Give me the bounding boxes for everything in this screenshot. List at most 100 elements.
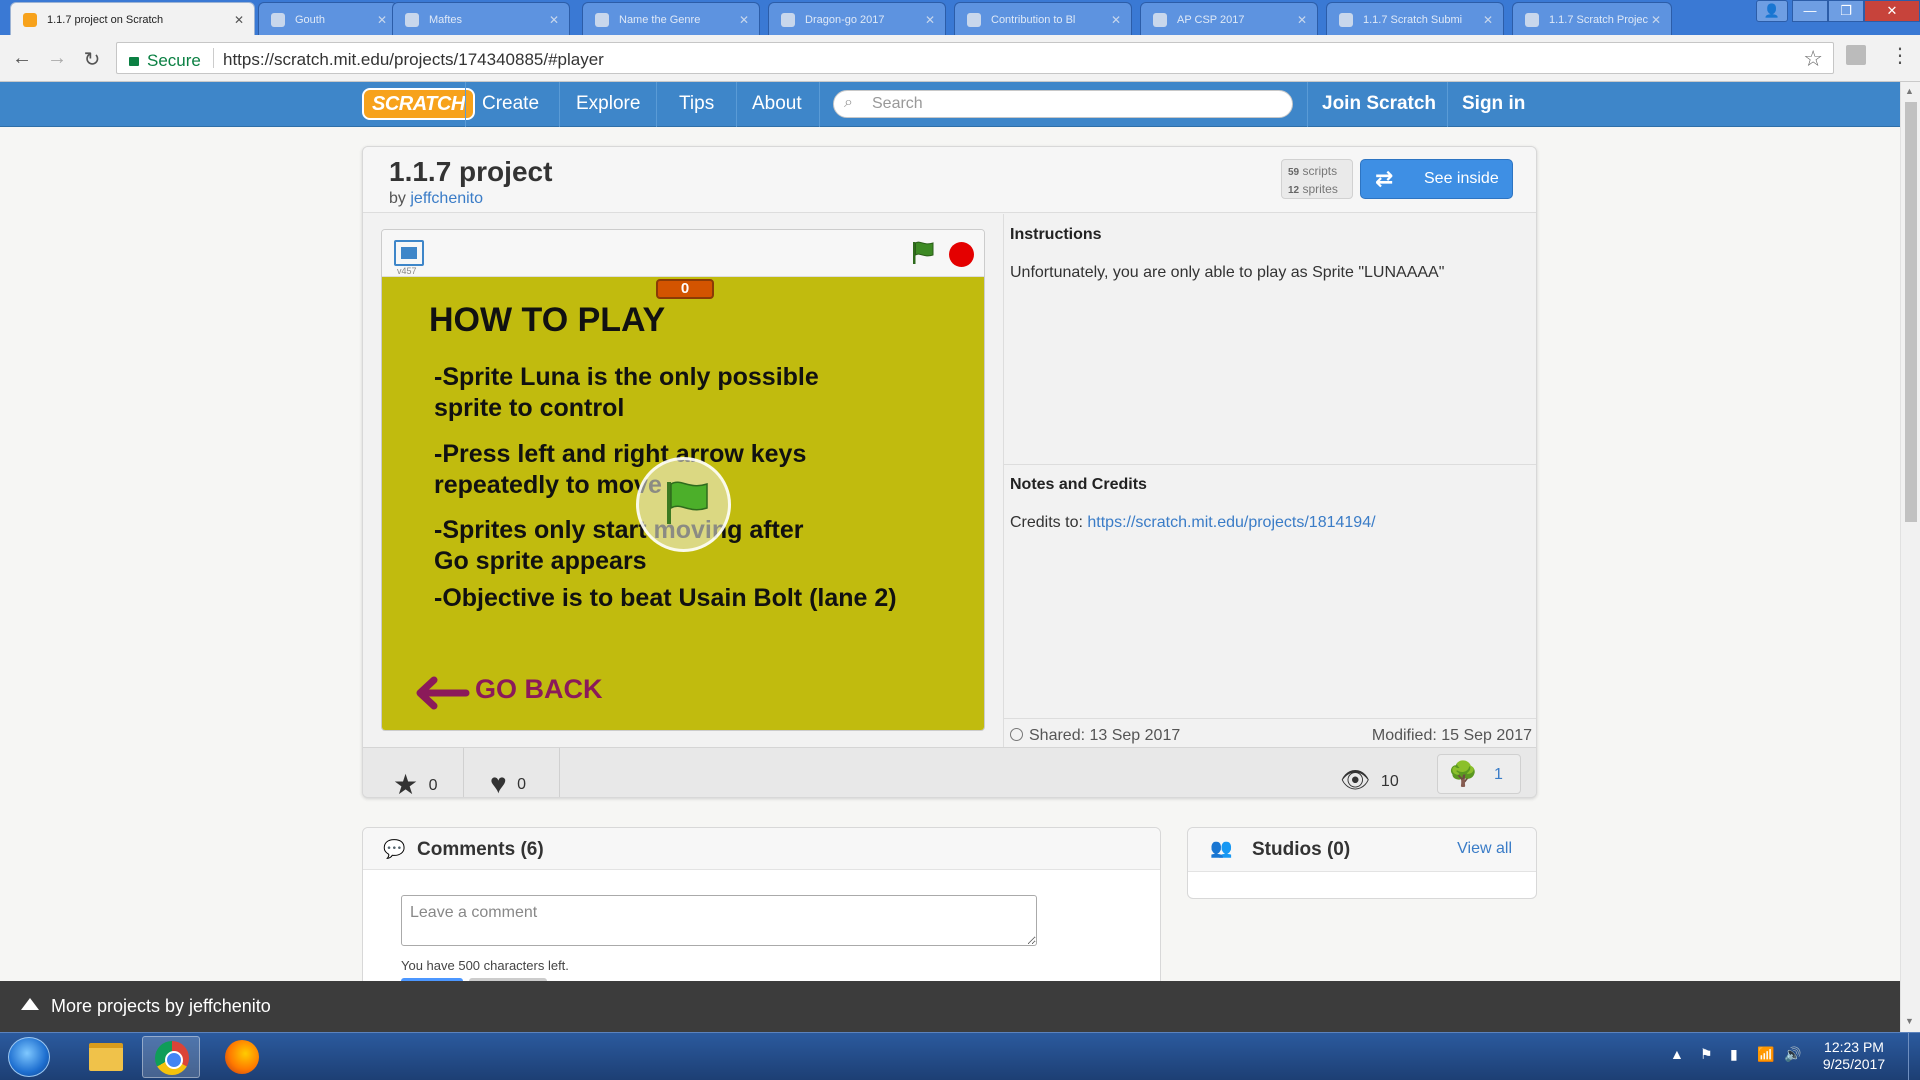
taskbar-explorer[interactable] [76, 1036, 134, 1078]
play-overlay-button[interactable] [636, 457, 731, 552]
project-stage[interactable]: 0 HOW TO PLAY -Sprite Luna is the only p… [382, 277, 984, 730]
nav-tips[interactable]: Tips [679, 93, 714, 115]
browser-tab[interactable]: Maftes ✕ [392, 2, 570, 35]
address-bar[interactable]: Secure https://scratch.mit.edu/projects/… [116, 42, 1834, 74]
browser-tab[interactable]: Name the Genre ✕ [582, 2, 760, 35]
close-window-icon[interactable]: ✕ [1864, 0, 1920, 22]
score-variable: 0 [656, 279, 714, 299]
credits-link[interactable]: https://scratch.mit.edu/projects/1814194… [1087, 514, 1375, 531]
sprites-stat: 12 sprites [1288, 181, 1346, 199]
start-button[interactable] [8, 1037, 50, 1077]
project-title: 1.1.7 project [389, 156, 553, 187]
back-arrow-icon[interactable]: ← [10, 47, 34, 70]
dates-section: Shared: 13 Sep 2017 Modified: 15 Sep 201… [1003, 719, 1536, 747]
scrollbar-thumb[interactable] [1905, 102, 1917, 522]
shared-date: Shared: 13 Sep 2017 [1010, 727, 1180, 745]
browser-tab[interactable]: 1.1.7 Scratch Submi ✕ [1326, 2, 1504, 35]
battery-icon[interactable]: ▮ [1730, 1046, 1738, 1063]
project-header: 1.1.7 project by jeffchenito 59 scripts … [363, 147, 1536, 213]
comment-input[interactable] [401, 895, 1037, 946]
nav-divider [736, 82, 737, 127]
user-profile-icon[interactable]: 👤 [1756, 0, 1788, 22]
comments-title: Comments (6) [417, 839, 544, 860]
star-icon: ★ [393, 769, 419, 798]
green-flag-icon[interactable] [910, 240, 936, 266]
browser-tab[interactable]: Dragon-go 2017 ✕ [768, 2, 946, 35]
share-icon [1010, 728, 1023, 741]
nav-divider [819, 82, 820, 127]
forward-arrow-icon[interactable]: → [45, 47, 69, 70]
tab-favicon [271, 13, 285, 27]
taskbar-clock[interactable]: 12:23 PM 9/25/2017 [1804, 1039, 1904, 1073]
reload-icon[interactable]: ↻ [80, 47, 104, 72]
favorite-button[interactable]: ★ 0 [393, 748, 438, 798]
show-desktop-button[interactable] [1908, 1033, 1920, 1080]
close-icon[interactable]: ✕ [377, 13, 387, 27]
nav-divider [656, 82, 657, 127]
taskbar-firefox[interactable] [213, 1036, 271, 1078]
search-box[interactable]: ⌕ [833, 90, 1293, 118]
network-icon[interactable]: 📶 [1757, 1046, 1774, 1063]
tab-favicon [967, 13, 981, 27]
notes-section: Notes and Credits Credits to: https://sc… [1003, 465, 1536, 718]
scratch-favicon-icon [23, 13, 37, 27]
scroll-down-icon[interactable]: ▼ [1905, 1016, 1914, 1026]
remix-tree-button[interactable]: 🌳 1 [1437, 754, 1521, 794]
taskbar-chrome[interactable] [142, 1036, 200, 1078]
see-inside-button[interactable]: ⇄ See inside [1360, 159, 1513, 199]
close-icon[interactable]: ✕ [925, 13, 935, 27]
scratch-logo[interactable]: SCRATCH [362, 88, 475, 120]
favorite-count: 0 [428, 777, 438, 794]
close-icon[interactable]: ✕ [1651, 13, 1661, 27]
browser-tab[interactable]: AP CSP 2017 ✕ [1140, 2, 1318, 35]
url-text[interactable]: https://scratch.mit.edu/projects/1743408… [223, 50, 604, 70]
close-icon[interactable]: ✕ [549, 13, 559, 27]
project-player: v457 0 HOW TO PLAY -Sprite Luna is the o… [381, 229, 985, 731]
views-stat: 👁 10 [1340, 748, 1399, 797]
chars-left-text: You have 500 characters left. [401, 958, 569, 973]
extension-icon[interactable] [1846, 45, 1866, 65]
close-icon[interactable]: ✕ [1111, 13, 1121, 27]
scroll-up-icon[interactable]: ▲ [1905, 86, 1914, 96]
project-stats-toolbar: ★ 0 ♥ 0 👁 10 🌳 1 [363, 747, 1536, 798]
bookmark-star-icon[interactable]: ☆ [1803, 46, 1823, 72]
browser-tab-active[interactable]: 1.1.7 project on Scratch ✕ [10, 2, 255, 35]
more-projects-bar[interactable]: More projects by jeffchenito [0, 981, 1900, 1032]
lock-icon [129, 57, 139, 66]
author-link[interactable]: jeffchenito [410, 190, 483, 207]
search-icon[interactable]: ⌕ [844, 94, 853, 112]
nav-about[interactable]: About [752, 93, 802, 115]
nav-create[interactable]: Create [482, 93, 539, 115]
minimize-icon[interactable]: — [1792, 0, 1828, 22]
fullscreen-icon[interactable] [394, 240, 424, 266]
stop-sign-icon[interactable] [949, 242, 974, 267]
comments-header: 💬 Comments (6) [363, 828, 1160, 870]
nav-explore[interactable]: Explore [576, 93, 640, 115]
action-center-flag-icon[interactable]: ⚑ [1700, 1046, 1713, 1063]
sign-in-link[interactable]: Sign in [1462, 93, 1525, 115]
go-back-label[interactable]: GO BACK [475, 674, 603, 705]
rule-item: -Press left and right arrow keys repeate… [434, 439, 806, 501]
close-icon[interactable]: ✕ [234, 13, 244, 27]
page-scrollbar[interactable]: ▲ ▼ [1900, 82, 1920, 1032]
browser-tab[interactable]: 1.1.7 Scratch Projec ✕ [1512, 2, 1672, 35]
tab-favicon [1339, 13, 1353, 27]
close-icon[interactable]: ✕ [739, 13, 749, 27]
join-scratch-link[interactable]: Join Scratch [1322, 93, 1436, 115]
browser-tab[interactable]: Contribution to Bl ✕ [954, 2, 1132, 35]
love-button[interactable]: ♥ 0 [490, 748, 526, 797]
close-icon[interactable]: ✕ [1483, 13, 1493, 27]
project-panel: 1.1.7 project by jeffchenito 59 scripts … [362, 146, 1537, 798]
maximize-icon[interactable]: ❐ [1828, 0, 1864, 22]
instructions-text: Unfortunately, you are only able to play… [1010, 264, 1445, 281]
back-arrow-icon[interactable] [410, 675, 470, 711]
secure-indicator[interactable]: Secure [129, 51, 201, 71]
browser-tab[interactable]: Gouth ✕ [258, 2, 398, 35]
view-all-link[interactable]: View all [1457, 840, 1512, 858]
tray-expand-icon[interactable]: ▲ [1670, 1046, 1684, 1062]
chrome-menu-icon[interactable]: ⋮ [1890, 43, 1910, 68]
volume-icon[interactable]: 🔊 [1784, 1046, 1801, 1063]
folder-icon [89, 1043, 123, 1071]
close-icon[interactable]: ✕ [1297, 13, 1307, 27]
search-input[interactable] [872, 94, 1272, 114]
